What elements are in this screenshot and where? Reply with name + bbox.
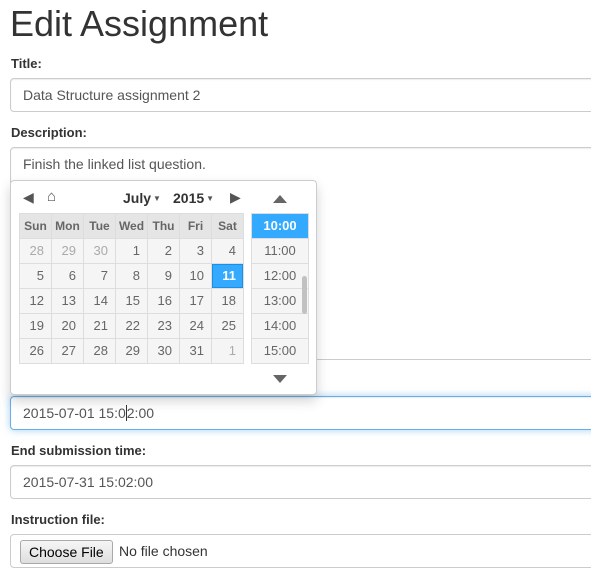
- month-select[interactable]: July ▼: [123, 190, 161, 206]
- file-status: No file chosen: [119, 543, 208, 559]
- title-input[interactable]: Data Structure assignment 2: [10, 78, 591, 112]
- calendar-day[interactable]: 11: [212, 264, 244, 289]
- calendar-day[interactable]: 4: [212, 239, 244, 264]
- time-option[interactable]: 11:00: [252, 239, 308, 264]
- description-text: Finish the linked list question.: [23, 156, 206, 172]
- calendar-day[interactable]: 7: [84, 264, 116, 289]
- home-icon[interactable]: ⌂: [47, 188, 56, 205]
- year-select[interactable]: 2015 ▼: [173, 190, 214, 206]
- next-month-icon[interactable]: ▶: [230, 189, 241, 206]
- calendar-day[interactable]: 1: [212, 339, 244, 364]
- calendar-grid: Sun Mon Tue Wed Thu Fri Sat 28 29 30 1 2 3 4 5 6 7 8 9 10 11…: [19, 213, 244, 364]
- time-list: 10:00 11:00 12:00 13:00 14:00 15:00: [251, 213, 309, 364]
- calendar-day[interactable]: 17: [180, 289, 212, 314]
- calendar-day[interactable]: 28: [20, 239, 52, 264]
- calendar-day[interactable]: 15: [116, 289, 148, 314]
- datetime-picker: ◀ ⌂ July ▼ 2015 ▼ ▶ Sun Mon Tue Wed Thu Fri Sat 2…: [10, 180, 317, 395]
- calendar-day[interactable]: 8: [116, 264, 148, 289]
- title-label: Title:: [11, 56, 42, 71]
- calendar-day[interactable]: 30: [148, 339, 180, 364]
- calendar-day[interactable]: 24: [180, 314, 212, 339]
- end-time-input[interactable]: 2015-07-31 15:02:00: [10, 465, 591, 499]
- time-option[interactable]: 13:00: [252, 289, 308, 314]
- time-scrollbar[interactable]: [302, 276, 307, 314]
- calendar-day[interactable]: 16: [148, 289, 180, 314]
- calendar-day[interactable]: 1: [116, 239, 148, 264]
- end-time-label: End submission time:: [11, 443, 147, 458]
- time-option[interactable]: 12:00: [252, 264, 308, 289]
- year-label: 2015: [173, 190, 205, 206]
- time-down-icon[interactable]: [273, 375, 287, 383]
- calendar-day[interactable]: 22: [116, 314, 148, 339]
- description-label: Description:: [11, 125, 87, 140]
- start-time-input[interactable]: 2015-07-01 15:02:00: [10, 396, 591, 430]
- calendar-day[interactable]: 2: [148, 239, 180, 264]
- time-option[interactable]: 15:00: [252, 339, 308, 363]
- time-up-icon[interactable]: [273, 195, 287, 203]
- weekday-header: Tue: [84, 214, 116, 239]
- start-time-text-before: 2015-07-01 15:0: [23, 405, 126, 421]
- calendar-day[interactable]: 30: [84, 239, 116, 264]
- calendar-day[interactable]: 12: [20, 289, 52, 314]
- prev-month-icon[interactable]: ◀: [23, 189, 34, 206]
- weekday-header: Mon: [52, 214, 84, 239]
- calendar-day[interactable]: 10: [180, 264, 212, 289]
- calendar-day[interactable]: 13: [52, 289, 84, 314]
- page-title: Edit Assignment: [10, 3, 269, 44]
- instruction-file-label: Instruction file:: [11, 512, 105, 527]
- calendar-day[interactable]: 29: [116, 339, 148, 364]
- time-option[interactable]: 10:00: [252, 214, 308, 239]
- choose-file-button[interactable]: Choose File: [20, 540, 113, 564]
- weekday-header: Wed: [116, 214, 148, 239]
- weekday-header: Fri: [180, 214, 212, 239]
- calendar-day[interactable]: 23: [148, 314, 180, 339]
- instruction-file-input[interactable]: Choose File No file chosen: [10, 534, 591, 568]
- time-option[interactable]: 14:00: [252, 314, 308, 339]
- calendar-day[interactable]: 18: [212, 289, 244, 314]
- calendar-day[interactable]: 14: [84, 289, 116, 314]
- weekday-header: Sat: [212, 214, 244, 239]
- weekday-header: Sun: [20, 214, 52, 239]
- start-time-text-after: 2:00: [126, 405, 155, 421]
- month-dropdown-icon: ▼: [153, 194, 161, 203]
- calendar-day[interactable]: 28: [84, 339, 116, 364]
- calendar-day[interactable]: 5: [20, 264, 52, 289]
- calendar-day[interactable]: 26: [20, 339, 52, 364]
- calendar-day[interactable]: 21: [84, 314, 116, 339]
- calendar-day[interactable]: 20: [52, 314, 84, 339]
- calendar-day[interactable]: 9: [148, 264, 180, 289]
- calendar-day[interactable]: 3: [180, 239, 212, 264]
- calendar-day[interactable]: 25: [212, 314, 244, 339]
- calendar-day[interactable]: 29: [52, 239, 84, 264]
- calendar-day[interactable]: 31: [180, 339, 212, 364]
- calendar-day[interactable]: 27: [52, 339, 84, 364]
- calendar-day[interactable]: 6: [52, 264, 84, 289]
- month-label: July: [123, 190, 152, 206]
- year-dropdown-icon: ▼: [206, 194, 215, 203]
- calendar-day[interactable]: 19: [20, 314, 52, 339]
- weekday-header: Thu: [148, 214, 180, 239]
